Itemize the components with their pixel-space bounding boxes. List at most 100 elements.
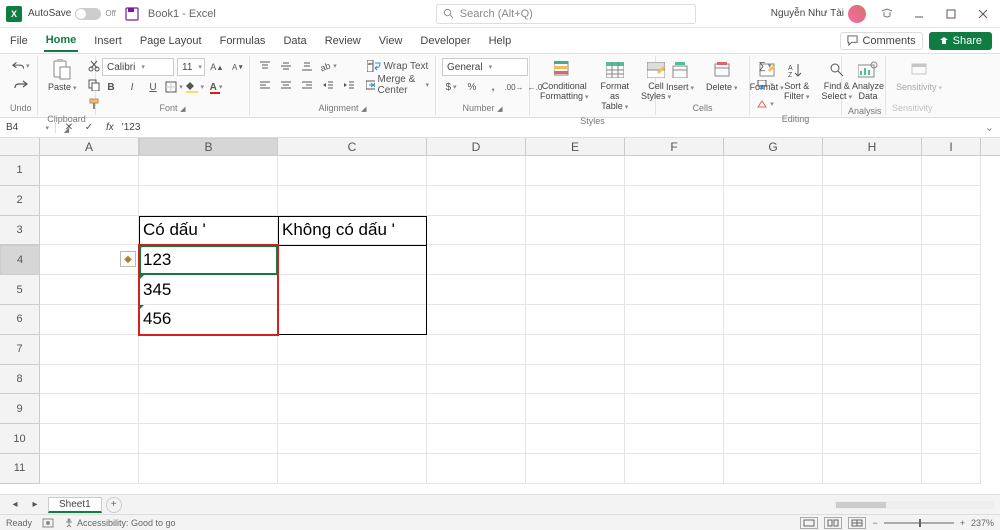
tab-formulas[interactable]: Formulas — [218, 31, 268, 51]
fx-icon[interactable]: fx — [102, 122, 118, 133]
cell-G4[interactable] — [724, 245, 823, 275]
cell-H6[interactable] — [823, 305, 922, 335]
zoom-slider[interactable] — [884, 522, 954, 524]
cell-I4[interactable] — [922, 245, 981, 275]
align-right-button[interactable] — [298, 77, 316, 93]
expand-formula-bar-button[interactable]: ⌄ — [979, 121, 1000, 134]
cell-I6[interactable] — [922, 305, 981, 335]
column-header-I[interactable]: I — [922, 138, 981, 155]
sheet-nav-prev[interactable]: ◂ — [6, 497, 24, 513]
bold-button[interactable]: B — [102, 79, 120, 95]
cell-H9[interactable] — [823, 394, 922, 424]
cell-E4[interactable] — [526, 245, 625, 275]
cell-D5[interactable] — [427, 275, 526, 305]
delete-cells-button[interactable]: Delete — [702, 58, 742, 94]
cell-H4[interactable] — [823, 245, 922, 275]
cell-G5[interactable] — [724, 275, 823, 305]
cell-I3[interactable] — [922, 216, 981, 246]
cell-B7[interactable] — [139, 335, 278, 365]
cell-C3[interactable]: Không có dấu ' — [278, 216, 427, 246]
cell-D7[interactable] — [427, 335, 526, 365]
cell-A9[interactable] — [40, 394, 139, 424]
macro-record-icon[interactable] — [42, 518, 54, 528]
align-bottom-button[interactable] — [298, 58, 316, 74]
row-header-1[interactable]: 1 — [0, 156, 40, 186]
orientation-button[interactable]: ab — [319, 58, 337, 74]
cell-F3[interactable] — [625, 216, 724, 246]
conditional-formatting-button[interactable]: Conditional Formatting — [536, 58, 593, 104]
cell-I11[interactable] — [922, 454, 981, 484]
page-layout-view-button[interactable] — [824, 517, 842, 529]
autosum-button[interactable]: ∑ — [756, 58, 774, 74]
row-header-4[interactable]: 4 — [0, 245, 40, 275]
cell-D2[interactable] — [427, 186, 526, 216]
row-header-7[interactable]: 7 — [0, 335, 40, 365]
cell-C10[interactable] — [278, 424, 427, 454]
font-size-select[interactable]: 11 — [177, 58, 205, 76]
cell-C4[interactable] — [278, 245, 427, 275]
cell-F6[interactable] — [625, 305, 724, 335]
cell-D1[interactable] — [427, 156, 526, 186]
cell-F9[interactable] — [625, 394, 724, 424]
cell-B11[interactable] — [139, 454, 278, 484]
cell-I7[interactable] — [922, 335, 981, 365]
column-header-D[interactable]: D — [427, 138, 526, 155]
cell-G7[interactable] — [724, 335, 823, 365]
tab-page-layout[interactable]: Page Layout — [138, 31, 204, 51]
fill-color-button[interactable] — [186, 79, 204, 95]
enter-formula-button[interactable]: ✓ — [80, 120, 98, 136]
row-header-9[interactable]: 9 — [0, 394, 40, 424]
cell-A10[interactable] — [40, 424, 139, 454]
close-button[interactable] — [972, 3, 994, 25]
cell-D9[interactable] — [427, 394, 526, 424]
increase-font-button[interactable]: A▲ — [208, 59, 226, 75]
align-top-button[interactable] — [256, 58, 274, 74]
column-header-G[interactable]: G — [724, 138, 823, 155]
column-header-B[interactable]: B — [139, 138, 278, 156]
search-box[interactable]: Search (Alt+Q) — [436, 4, 696, 24]
currency-button[interactable]: $ — [442, 79, 460, 95]
cell-A11[interactable] — [40, 454, 139, 484]
sheet-nav-next[interactable]: ▸ — [26, 497, 44, 513]
comments-button[interactable]: Comments — [840, 32, 922, 50]
align-middle-button[interactable] — [277, 58, 295, 74]
number-format-select[interactable]: General — [442, 58, 528, 76]
error-smart-tag[interactable]: ◆ — [120, 251, 136, 267]
tab-data[interactable]: Data — [281, 31, 308, 51]
cell-C8[interactable] — [278, 365, 427, 395]
cell-E7[interactable] — [526, 335, 625, 365]
cell-G9[interactable] — [724, 394, 823, 424]
cell-E1[interactable] — [526, 156, 625, 186]
cell-E11[interactable] — [526, 454, 625, 484]
cell-G10[interactable] — [724, 424, 823, 454]
decrease-indent-button[interactable] — [319, 77, 337, 93]
increase-indent-button[interactable] — [340, 77, 358, 93]
cell-G8[interactable] — [724, 365, 823, 395]
cell-E5[interactable] — [526, 275, 625, 305]
row-header-11[interactable]: 11 — [0, 454, 40, 484]
italic-button[interactable]: I — [123, 79, 141, 95]
excel-app-icon[interactable]: X — [6, 6, 22, 22]
cell-F7[interactable] — [625, 335, 724, 365]
cell-I5[interactable] — [922, 275, 981, 305]
comma-button[interactable]: , — [484, 79, 502, 95]
cell-C9[interactable] — [278, 394, 427, 424]
row-header-10[interactable]: 10 — [0, 424, 40, 454]
clear-button[interactable] — [756, 96, 774, 112]
decrease-font-button[interactable]: A▼ — [229, 59, 247, 75]
cell-E10[interactable] — [526, 424, 625, 454]
minimize-button[interactable] — [908, 3, 930, 25]
cell-C1[interactable] — [278, 156, 427, 186]
row-header-2[interactable]: 2 — [0, 186, 40, 216]
font-name-select[interactable]: Calibri — [102, 58, 174, 76]
cell-F2[interactable] — [625, 186, 724, 216]
cell-C11[interactable] — [278, 454, 427, 484]
format-as-table-button[interactable]: Format as Table — [597, 58, 634, 114]
cell-D11[interactable] — [427, 454, 526, 484]
tab-view[interactable]: View — [377, 31, 405, 51]
cell-G2[interactable] — [724, 186, 823, 216]
cell-B4[interactable]: 123 — [139, 245, 278, 275]
cell-C2[interactable] — [278, 186, 427, 216]
cell-F8[interactable] — [625, 365, 724, 395]
zoom-level[interactable]: 237% — [971, 518, 994, 528]
